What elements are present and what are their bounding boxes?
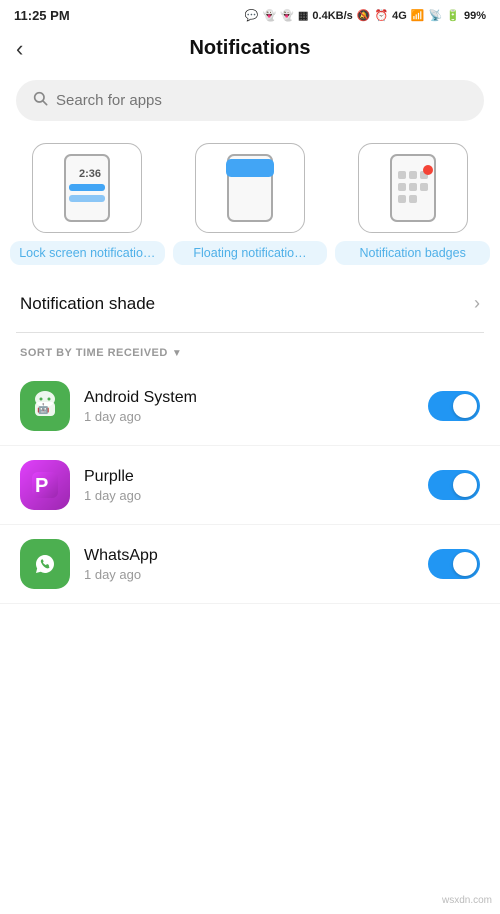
floating-card[interactable]: Floating notificatio… xyxy=(173,143,328,265)
notification-types-section: 2:36 Lock screen notificatio… Floating n… xyxy=(0,131,500,275)
notification-shade-label: Notification shade xyxy=(20,294,155,314)
mute-icon: 🔕 xyxy=(357,9,371,22)
app-row-android-system: 🤖 Android System 1 day ago xyxy=(0,367,500,446)
badge-label: Notification badges xyxy=(335,241,490,265)
badge-card[interactable]: Notification badges xyxy=(335,143,490,265)
search-icon xyxy=(32,90,48,111)
svg-text:🤖: 🤖 xyxy=(37,402,49,415)
alarm-icon: ⏰ xyxy=(374,9,388,22)
purplle-toggle[interactable] xyxy=(428,470,480,500)
signal-icon: 📶 xyxy=(411,9,425,22)
wifi-icon: 📡 xyxy=(429,9,443,22)
svg-text:P: P xyxy=(35,475,48,497)
sim-icon: ▦ xyxy=(298,9,308,22)
back-button[interactable]: ‹ xyxy=(16,38,23,60)
snapchat-icon: 👻 xyxy=(263,9,277,22)
purplle-name: Purplle xyxy=(84,468,414,486)
lock-screen-icon-wrap: 2:36 xyxy=(32,143,142,233)
sort-label-text: SORT BY TIME RECEIVED xyxy=(20,347,168,359)
snapchat2-icon: 👻 xyxy=(280,9,294,22)
whatsapp-toggle-wrap[interactable] xyxy=(428,549,480,579)
purplle-toggle-wrap[interactable] xyxy=(428,470,480,500)
data-icon: 4G xyxy=(392,10,407,22)
status-icons: 💬 👻 👻 ▦ 0.4KB/s 🔕 ⏰ 4G 📶 📡 🔋 99% xyxy=(245,9,486,22)
battery-icon: 🔋 xyxy=(446,9,460,22)
sort-label[interactable]: SORT BY TIME RECEIVED ▼ xyxy=(0,333,500,367)
app-row-whatsapp: WhatsApp 1 day ago xyxy=(0,525,500,604)
purplle-info: Purplle 1 day ago xyxy=(84,468,414,503)
badge-icon-wrap xyxy=(358,143,468,233)
lock-screen-card[interactable]: 2:36 Lock screen notificatio… xyxy=(10,143,165,265)
whatsapp-time: 1 day ago xyxy=(84,567,414,582)
android-system-toggle-knob xyxy=(453,394,477,418)
android-system-toggle-wrap[interactable] xyxy=(428,391,480,421)
purplle-time: 1 day ago xyxy=(84,488,414,503)
android-system-icon: 🤖 xyxy=(20,381,70,431)
sort-arrow-icon: ▼ xyxy=(172,348,182,359)
app-list: 🤖 Android System 1 day ago xyxy=(0,367,500,604)
search-input[interactable] xyxy=(56,92,468,109)
purplle-toggle-knob xyxy=(453,473,477,497)
page-header: ‹ Notifications xyxy=(0,27,500,70)
lock-screen-label: Lock screen notificatio… xyxy=(10,241,165,265)
search-section xyxy=(0,70,500,131)
floating-label: Floating notificatio… xyxy=(173,241,328,265)
purplle-icon: P xyxy=(20,460,70,510)
whatsapp-name: WhatsApp xyxy=(84,547,414,565)
whatsapp-toggle-knob xyxy=(453,552,477,576)
notification-shade-row[interactable]: Notification shade › xyxy=(0,275,500,332)
whatsapp-status-icon: 💬 xyxy=(245,9,259,22)
android-system-info: Android System 1 day ago xyxy=(84,389,414,424)
page-title: Notifications xyxy=(189,37,310,60)
floating-icon-wrap xyxy=(195,143,305,233)
speed-label: 0.4KB/s xyxy=(312,10,352,22)
status-time: 11:25 PM xyxy=(14,8,70,23)
whatsapp-info: WhatsApp 1 day ago xyxy=(84,547,414,582)
svg-text:2:36: 2:36 xyxy=(79,168,101,180)
whatsapp-icon xyxy=(20,539,70,589)
search-bar[interactable] xyxy=(16,80,484,121)
android-system-name: Android System xyxy=(84,389,414,407)
android-system-time: 1 day ago xyxy=(84,409,414,424)
watermark: wsxdn.com xyxy=(442,895,492,906)
notification-shade-chevron: › xyxy=(474,293,480,314)
status-bar: 11:25 PM 💬 👻 👻 ▦ 0.4KB/s 🔕 ⏰ 4G 📶 📡 🔋 99… xyxy=(0,0,500,27)
android-system-toggle[interactable] xyxy=(428,391,480,421)
whatsapp-toggle[interactable] xyxy=(428,549,480,579)
app-row-purplle: P Purplle 1 day ago xyxy=(0,446,500,525)
battery-percent: 99% xyxy=(464,10,486,22)
